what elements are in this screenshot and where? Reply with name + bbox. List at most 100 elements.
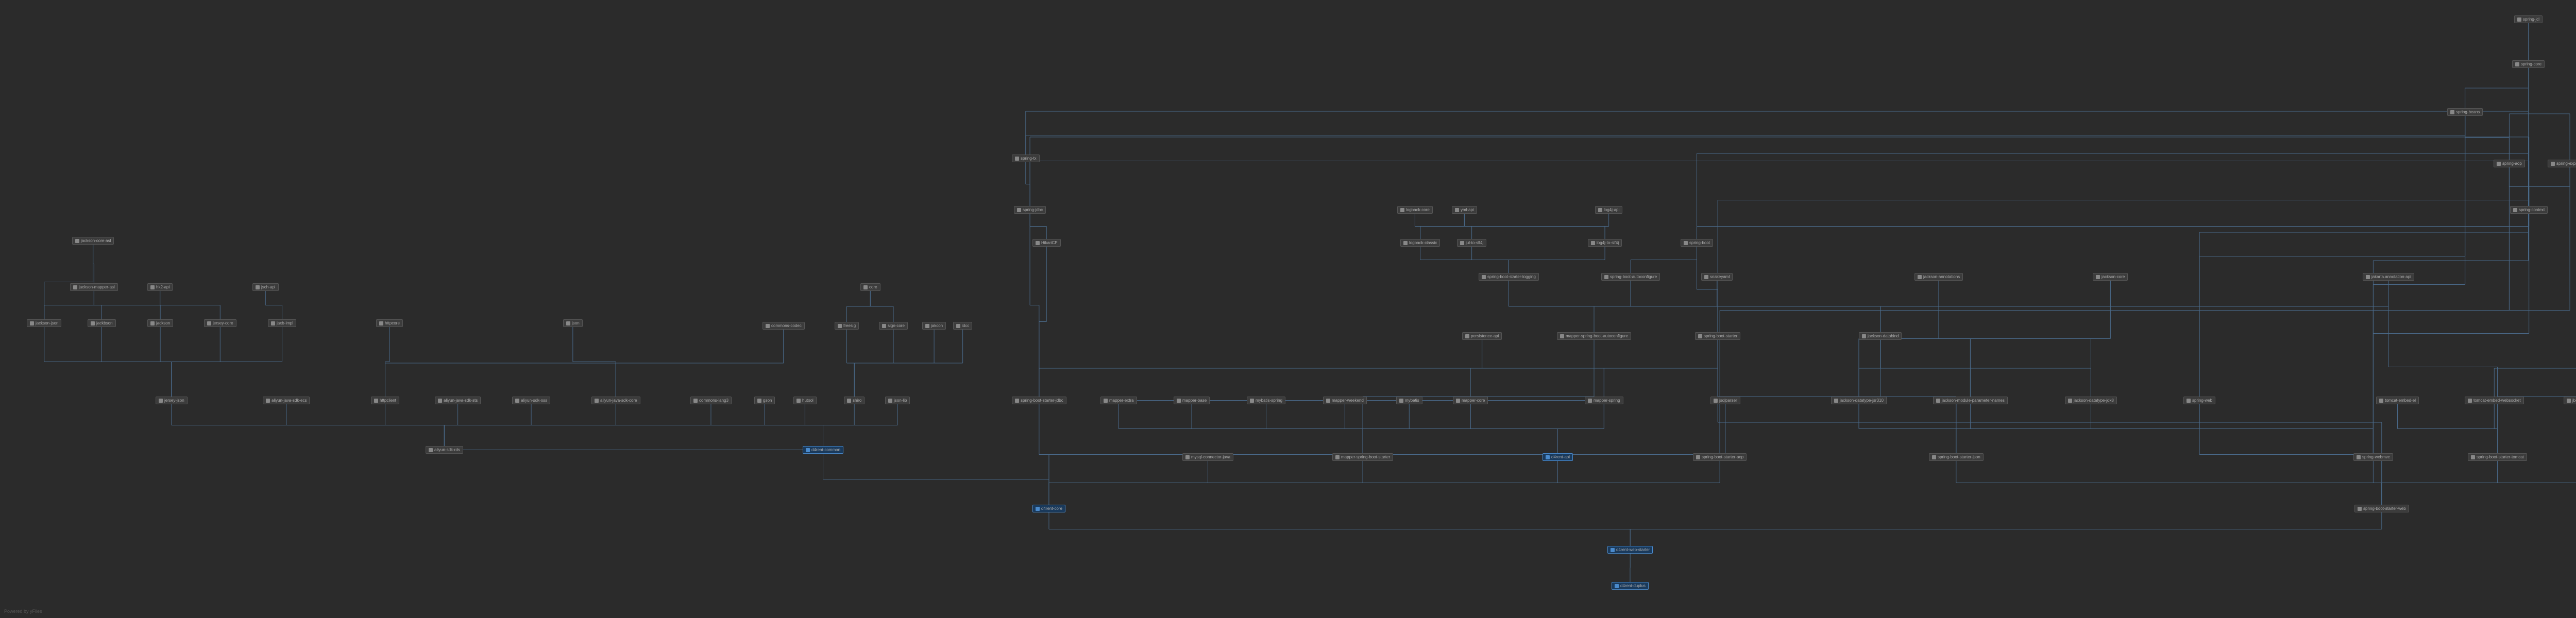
node-mapper-sb-starter[interactable]: mapper-spring-boot-starter [1332,453,1393,461]
node-label: jaxb-impl [277,321,293,325]
node-mapper-spring[interactable]: mapper-spring [1585,397,1623,404]
node-logback-core[interactable]: logback-core [1397,206,1433,214]
node-logback-classic[interactable]: logback-classic [1400,239,1440,247]
node-mapper-base[interactable]: mapper-base [1174,397,1210,404]
node-sb-starter[interactable]: spring-boot-starter [1695,332,1740,340]
node-d4rent-web-starter[interactable]: d4rent-web-starter [1607,546,1653,554]
node-spring-web[interactable]: spring-web [2183,397,2215,404]
node-commons-lang3[interactable]: commons-lang3 [690,397,732,404]
node-label: jackson-core-asl [81,238,111,243]
module-icon [1335,455,1340,459]
node-sb-starter-web[interactable]: spring-boot-starter-web [2354,505,2409,512]
node-aliyun-java-sdk-sts[interactable]: aliyun-java-sdk-sts [435,397,481,404]
node-sb-starter-json[interactable]: spring-boot-starter-json [1929,453,1984,461]
node-label: mapper-spring-boot-autoconfigure [1566,334,1628,338]
node-yml-api[interactable]: yml-api [1452,206,1477,214]
node-hikaricp[interactable]: HikariCP [1032,239,1061,247]
node-spring-jdbc[interactable]: spring-jdbc [1014,206,1046,214]
node-mapper-sb-autoconf[interactable]: mapper-spring-boot-autoconfigure [1557,332,1631,340]
node-jackbson[interactable]: jackbson [88,319,116,327]
node-d4rent-common[interactable]: d4rent-common [803,446,843,454]
node-sb-starter-aop[interactable]: spring-boot-starter-aop [1693,453,1747,461]
module-icon [1604,275,1608,279]
node-d4rent-core[interactable]: d4rent-core [1032,505,1065,512]
node-freesig[interactable]: freesig [835,322,859,330]
node-gson[interactable]: gson [754,397,775,404]
node-mybatis-spring[interactable]: mybatis-spring [1247,397,1285,404]
node-spring-jcl[interactable]: spring-jcl [2514,15,2543,23]
node-spring-tx[interactable]: spring-tx [1012,154,1040,162]
node-aliyun-java-sdk-ecs[interactable]: aliyun-java-sdk-ecs [263,397,310,404]
node-label: logback-classic [1409,241,1437,245]
node-spring-webmvc[interactable]: spring-webmvc [2353,453,2393,461]
node-mysql-connector-java[interactable]: mysql-connector-java [1182,453,1233,461]
node-mapper-weekend[interactable]: mapper-weekend [1323,397,1367,404]
node-httpclient[interactable]: httpclient [371,397,399,404]
node-tomcat-embed-el[interactable]: tomcat-embed-el [2376,397,2419,404]
node-label: aliyun-sdk-oss [521,398,547,403]
node-spring-boot[interactable]: spring-boot [1681,239,1713,247]
node-httpcore[interactable]: httpcore [376,319,403,327]
module-icon [1918,275,1922,279]
node-aliyun-sdk-oss[interactable]: aliyun-sdk-oss [512,397,550,404]
node-spring-context[interactable]: spring-context [2510,206,2548,214]
node-sb-starter-jdbc[interactable]: spring-boot-starter-jdbc [1012,397,1066,404]
node-jakcon[interactable]: jakcon [922,322,946,330]
node-mapper-core[interactable]: mapper-core [1453,397,1488,404]
node-jackson-annotations[interactable]: jackson-annotations [1914,273,1963,281]
node-persistence-api[interactable]: persistence-api [1462,332,1502,340]
node-core[interactable]: core [860,283,880,291]
node-hutool[interactable]: hutool [793,397,817,404]
node-shiro[interactable]: shiro [844,397,865,404]
node-jackson-json[interactable]: jackson-json [27,319,61,327]
node-jackson-datatype-jsr310[interactable]: jackson-datatype-jsr310 [1831,397,1887,404]
module-icon [1185,455,1190,459]
node-jakarta-annotation-api[interactable]: jakarta.annotation-api [2363,273,2414,281]
node-tomcat-embed-websocket[interactable]: tomcat-embed-websocket [2465,397,2524,404]
node-jersey-core[interactable]: jersey-core [204,319,236,327]
module-icon [806,448,810,452]
module-icon [1684,241,1688,245]
node-spring-aop[interactable]: spring-aop [2494,160,2525,167]
node-jackson[interactable]: jackson [147,319,173,327]
node-label: d4rent-web-starter [1616,547,1650,552]
node-jsqlparser[interactable]: jsqlparser [1710,397,1740,404]
node-mapper-extra[interactable]: mapper-extra [1100,397,1137,404]
node-spring-expression[interactable]: spring-expression [2548,160,2576,167]
node-spring-beans[interactable]: spring-beans [2447,108,2483,116]
node-spring-core[interactable]: spring-core [2512,60,2545,68]
node-label: mapper-extra [1109,398,1134,403]
module-icon [888,399,892,403]
node-jsch-api[interactable]: jsch-api [252,283,279,291]
node-jackson-mapper-asl[interactable]: jackson-mapper-asl [70,283,118,291]
node-sign-core[interactable]: sign-core [879,322,908,330]
node-jul-to-slf4j[interactable]: jul-to-slf4j [1457,239,1486,247]
node-json-lib[interactable]: json-lib [885,397,910,404]
node-jaxb-impl[interactable]: jaxb-impl [268,319,296,327]
node-json[interactable]: json [563,319,583,327]
node-aliyun-sdk-rds[interactable]: aliyun-sdk-rds [426,446,463,454]
node-jackson-module-param[interactable]: jackson-module-parameter-names [1933,397,2008,404]
node-log4j-api[interactable]: log4j-api [1595,206,1622,214]
node-jersey-json[interactable]: jersey-json [156,397,188,404]
node-sb-starter-tomcat[interactable]: spring-boot-starter-tomcat [2468,453,2527,461]
node-jackson-datatype-jdk8[interactable]: jackson-datatype-jdk8 [2065,397,2117,404]
node-label: spring-boot-autoconfigure [1610,274,1657,279]
node-sb-autoconfigure[interactable]: spring-boot-autoconfigure [1601,273,1660,281]
node-d4rent-api[interactable]: d4rent-api [1543,453,1573,461]
node-sb-starter-logging[interactable]: spring-boot-starter-logging [1479,273,1539,281]
node-hk2-api[interactable]: hk2-api [147,283,173,291]
node-jackson-core-asl[interactable]: jackson-core-asl [72,237,114,245]
node-label: d4rent-common [811,448,840,452]
node-snakeyaml[interactable]: snakeyaml [1701,273,1733,281]
node-aliyun-java-sdk-core[interactable]: aliyun-java-sdk-core [591,397,640,404]
node-jackson-core[interactable]: jackson-core [2093,273,2128,281]
edges-layer [0,0,2576,618]
node-d4rent-duplus[interactable]: d4rent-duplus [1612,582,1649,590]
node-commons-codec[interactable]: commons-codec [762,322,805,330]
node-mybatis[interactable]: mybatis [1396,397,1422,404]
node-jackson-databind[interactable]: jackson-databind [1859,332,1902,340]
node-idcc[interactable]: idcc [953,322,972,330]
node-jboss-logging[interactable]: jboss-logging [2564,397,2576,404]
node-log4j-to-slf4j[interactable]: log4j-to-slf4j [1588,239,1622,247]
